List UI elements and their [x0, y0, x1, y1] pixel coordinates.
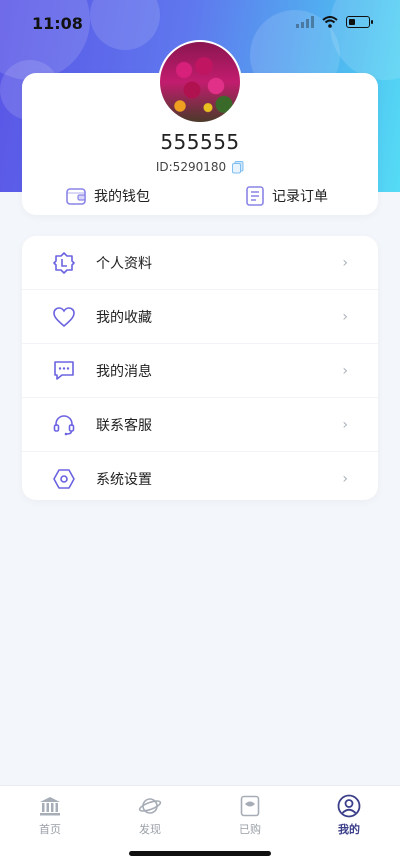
menu-item-label: 系统设置	[96, 471, 152, 488]
wallet-icon	[66, 188, 86, 205]
tab-mine[interactable]: 我的	[319, 794, 379, 837]
wifi-icon	[322, 16, 338, 28]
chevron-right-icon: ›	[342, 470, 348, 487]
tab-label: 发现	[139, 823, 161, 836]
menu-item-messages[interactable]: 我的消息 ›	[22, 344, 378, 398]
chevron-right-icon: ›	[342, 416, 348, 433]
copy-icon[interactable]	[232, 160, 244, 174]
battery-icon	[346, 16, 373, 28]
message-icon	[52, 359, 76, 383]
menu-item-label: 我的消息	[96, 363, 152, 380]
chevron-right-icon: ›	[342, 362, 348, 379]
user-circle-icon	[337, 794, 361, 818]
menu-card: 个人资料 › 我的收藏 › 我的消息 › 联系客服 › 系统设置 ›	[22, 236, 378, 500]
menu-item-settings[interactable]: 系统设置 ›	[22, 452, 378, 505]
tab-label: 首页	[39, 823, 61, 836]
order-record-icon	[246, 186, 264, 206]
purchased-icon	[238, 794, 262, 818]
menu-item-favorites[interactable]: 我的收藏 ›	[22, 290, 378, 344]
username: 555555	[160, 130, 240, 154]
menu-item-customer-service[interactable]: 联系客服 ›	[22, 398, 378, 452]
menu-item-label: 联系客服	[96, 417, 152, 434]
order-record-label: 记录订单	[272, 189, 328, 205]
avatar[interactable]	[158, 40, 242, 124]
my-wallet-label: 我的钱包	[94, 189, 150, 205]
user-id: ID:5290180	[155, 160, 227, 174]
bank-icon	[38, 794, 62, 818]
status-time: 11:08	[32, 14, 83, 33]
my-wallet-button[interactable]: 我的钱包	[66, 186, 150, 206]
menu-item-profile[interactable]: 个人资料 ›	[22, 236, 378, 290]
tab-discover[interactable]: 发现	[120, 794, 180, 837]
cellular-icon	[296, 16, 314, 28]
order-record-button[interactable]: 记录订单	[246, 186, 328, 206]
tab-label: 我的	[338, 823, 360, 836]
user-id-row: ID:5290180	[0, 160, 400, 174]
heart-icon	[52, 305, 76, 329]
tab-purchased[interactable]: 已购	[220, 794, 280, 837]
chevron-right-icon: ›	[342, 308, 348, 325]
status-icons	[296, 16, 373, 28]
headset-icon	[52, 413, 76, 437]
tab-label: 已购	[239, 823, 261, 836]
tab-home[interactable]: 首页	[20, 794, 80, 837]
planet-icon	[138, 794, 162, 818]
chevron-right-icon: ›	[342, 254, 348, 271]
menu-item-label: 我的收藏	[96, 309, 152, 326]
menu-item-label: 个人资料	[96, 255, 152, 272]
home-indicator	[129, 851, 271, 856]
profile-badge-icon	[52, 251, 76, 275]
settings-icon	[52, 467, 76, 491]
